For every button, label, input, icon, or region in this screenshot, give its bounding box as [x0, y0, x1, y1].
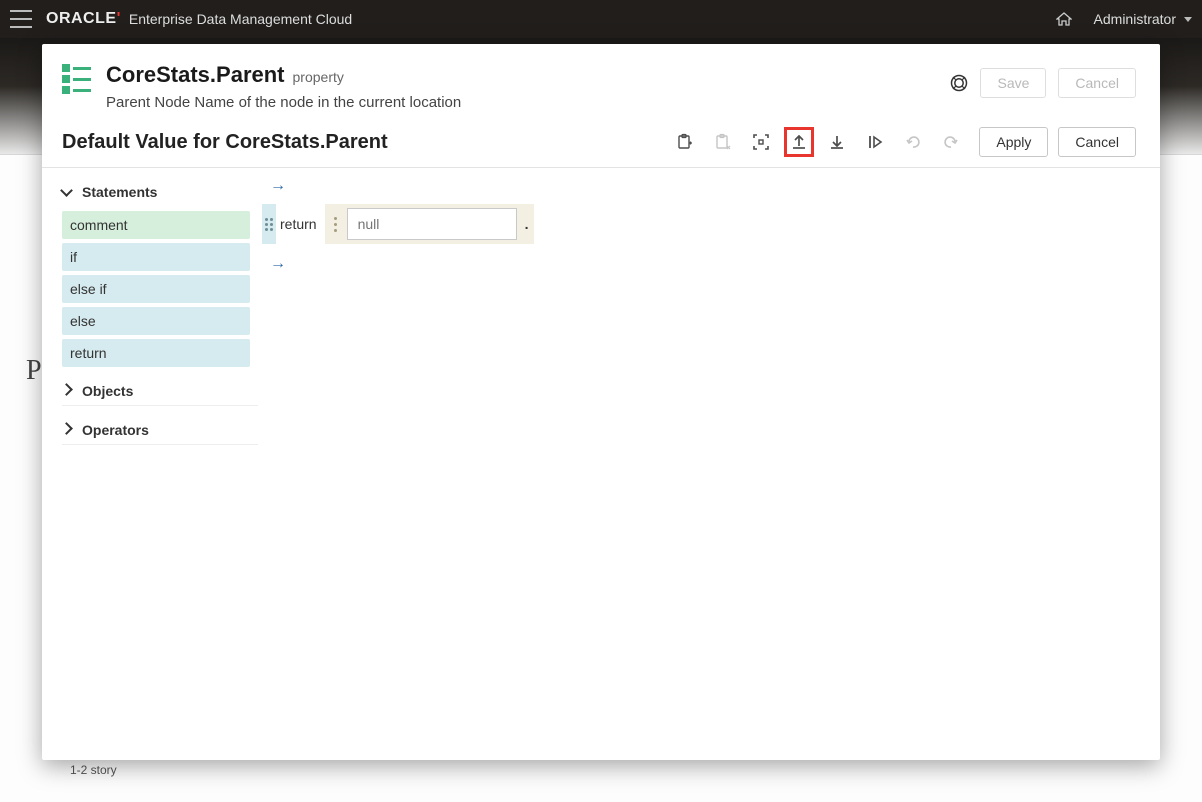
paste-special-icon	[711, 130, 735, 154]
section-title: Default Value for CoreStats.Parent	[62, 131, 388, 154]
expression-canvas: → return . →	[258, 168, 1160, 760]
download-icon[interactable]	[825, 130, 849, 154]
save-button[interactable]: Save	[980, 68, 1046, 98]
palette-section-operators[interactable]: Operators	[62, 416, 258, 445]
chevron-down-icon	[62, 186, 74, 198]
palette-section-statements[interactable]: Statements	[62, 178, 258, 207]
undo-icon	[901, 130, 925, 154]
apply-button[interactable]: Apply	[979, 127, 1048, 157]
expression-slot: .	[325, 204, 535, 244]
palette-section-label: Statements	[82, 184, 157, 200]
dialog-header: CoreStats.Parent property Parent Node Na…	[42, 44, 1160, 127]
masthead: ORACLE' Enterprise Data Management Cloud…	[0, 0, 1202, 38]
caret-down-icon	[1184, 17, 1192, 22]
cancel-button[interactable]: Cancel	[1058, 68, 1136, 98]
palette-item-comment[interactable]: comment	[62, 211, 250, 239]
hamburger-menu-icon[interactable]	[10, 10, 32, 28]
chevron-right-icon	[62, 385, 74, 397]
editor-cancel-button[interactable]: Cancel	[1058, 127, 1136, 157]
brand-text: ORACLE	[46, 10, 117, 27]
editor-toolbar: Default Value for CoreStats.Parent	[42, 127, 1160, 168]
dialog-title-tag: property	[293, 69, 344, 85]
return-keyword: return	[280, 216, 317, 232]
home-icon[interactable]	[1056, 12, 1072, 26]
end-statement-dot: .	[525, 216, 529, 232]
redo-icon	[939, 130, 963, 154]
run-icon[interactable]	[863, 130, 887, 154]
property-object-icon	[62, 64, 90, 92]
product-name: Enterprise Data Management Cloud	[129, 11, 352, 27]
insert-pointer-icon[interactable]: →	[270, 256, 286, 272]
chevron-right-icon	[62, 424, 74, 436]
user-name: Administrator	[1094, 11, 1176, 27]
help-icon[interactable]	[950, 74, 968, 92]
focus-icon[interactable]	[749, 130, 773, 154]
dialog-subtitle: Parent Node Name of the node in the curr…	[106, 94, 950, 111]
drag-handle-icon[interactable]	[262, 204, 276, 244]
dialog-title: CoreStats.Parent	[106, 62, 285, 88]
return-statement[interactable]: return .	[262, 202, 534, 246]
palette-panel: Statements comment if else if else retur…	[42, 168, 258, 760]
expression-value-input[interactable]	[347, 208, 517, 240]
palette-item-elseif[interactable]: else if	[62, 275, 250, 303]
paste-icon[interactable]	[673, 130, 697, 154]
expression-editor-dialog: CoreStats.Parent property Parent Node Na…	[42, 44, 1160, 760]
palette-section-label: Operators	[82, 422, 149, 438]
expr-drag-handle-icon[interactable]	[331, 217, 341, 232]
palette-item-return[interactable]: return	[62, 339, 250, 367]
palette-section-label: Objects	[82, 383, 133, 399]
user-menu[interactable]: Administrator	[1094, 11, 1192, 27]
palette-item-if[interactable]: if	[62, 243, 250, 271]
brand-logo: ORACLE'	[46, 10, 121, 28]
upload-icon[interactable]	[787, 130, 811, 154]
palette-item-else[interactable]: else	[62, 307, 250, 335]
palette-section-objects[interactable]: Objects	[62, 377, 258, 406]
background-row: 1-2 story	[70, 763, 117, 777]
insert-pointer-icon[interactable]: →	[270, 178, 286, 194]
